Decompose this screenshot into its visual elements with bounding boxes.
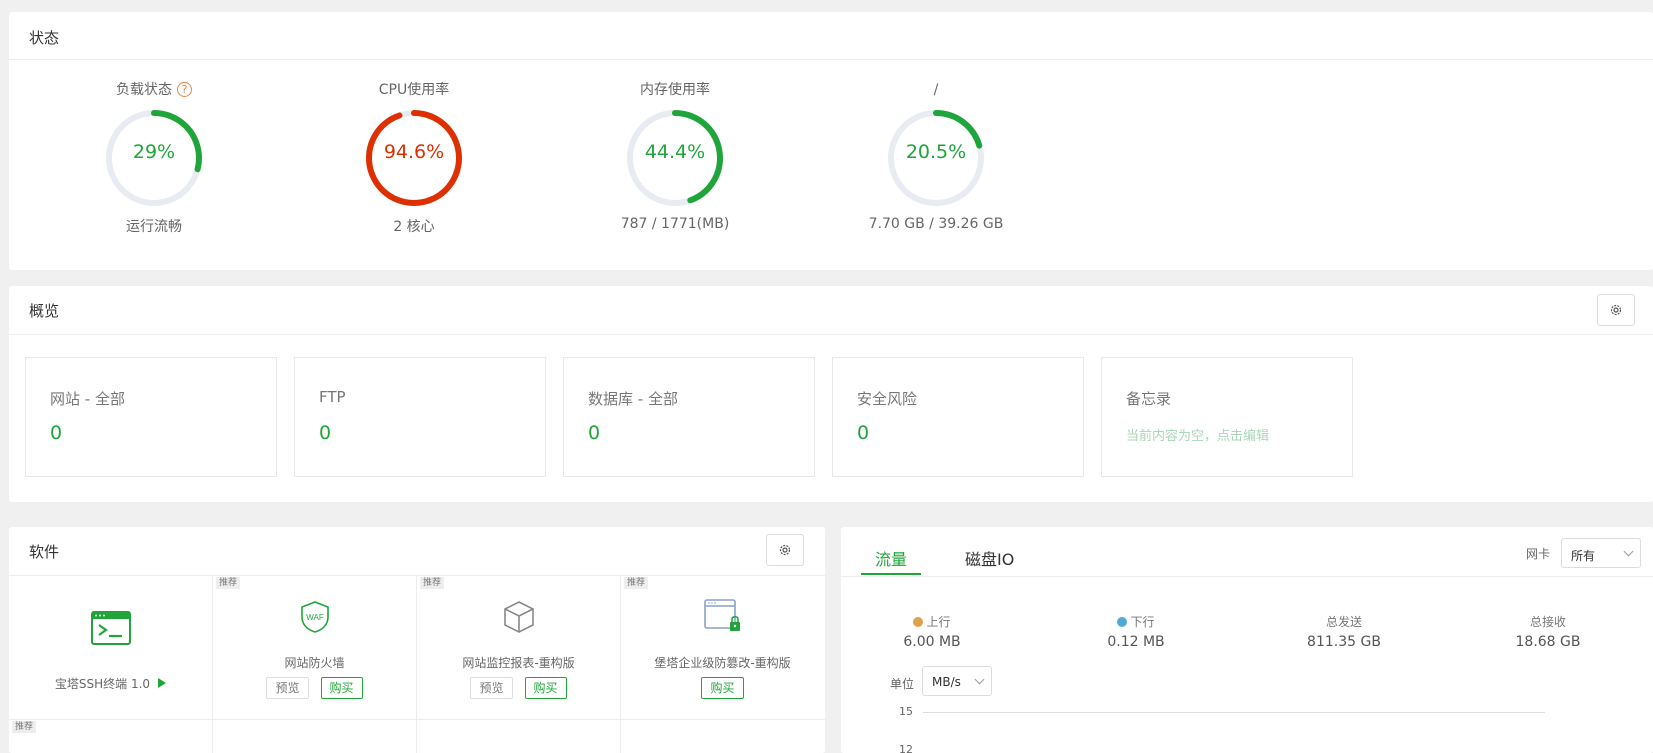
memo-placeholder[interactable]: 当前内容为空，点击编辑 xyxy=(1126,425,1269,444)
stat-value: 811.35 GB xyxy=(1307,634,1381,650)
locked-window-icon xyxy=(703,599,740,631)
stat-total-sent: 总发送 811.35 GB xyxy=(1284,613,1404,650)
stat-download: 下行 0.12 MB xyxy=(1076,613,1196,650)
chevron-down-icon xyxy=(974,674,985,685)
cube-icon xyxy=(503,601,534,633)
software-item-ssh[interactable]: 宝塔SSH终端 1.0 xyxy=(9,576,212,719)
stat-label: 下行 xyxy=(1076,613,1196,630)
preview-button[interactable]: 预览 xyxy=(470,677,513,699)
stat-label: 总接收 xyxy=(1529,615,1566,629)
tab-traffic[interactable]: 流量 xyxy=(861,539,921,575)
recommend-badge: 推荐 xyxy=(12,721,37,733)
recommend-badge: 推荐 xyxy=(420,577,445,589)
gear-icon xyxy=(1610,304,1622,316)
stat-label: 总发送 xyxy=(1325,615,1362,629)
software-panel: 软件 宝塔SSH终端 1.0 推荐 WAF 网站防火墙 预览 购买 推荐 网站监… xyxy=(9,527,825,753)
traffic-panel: 流量 磁盘IO 网卡 所有 上行 6.00 MB 下行 0.12 MB 总发送 … xyxy=(841,527,1653,753)
software-name[interactable]: 宝塔SSH终端 1.0 xyxy=(9,675,212,692)
overview-box-memo[interactable]: 备忘录 当前内容为空，点击编辑 xyxy=(1101,357,1353,477)
overview-box-value[interactable]: 0 xyxy=(588,422,600,444)
software-settings-button[interactable] xyxy=(766,534,804,566)
gauge-subtext: 787 / 1771(MB) xyxy=(620,216,730,232)
chevron-down-icon xyxy=(1623,546,1634,557)
gear-icon xyxy=(779,544,791,556)
overview-title: 概览 xyxy=(29,302,60,320)
gauge-value: 20.5% xyxy=(905,141,967,163)
divider xyxy=(9,59,1653,60)
grid-line xyxy=(9,719,825,720)
disk-gauge[interactable]: / 20.5% 7.70 GB / 39.26 GB xyxy=(836,80,1036,232)
unit-select[interactable]: MB/s xyxy=(922,666,992,696)
unit-select-value: MB/s xyxy=(932,675,961,689)
gauge-value: 94.6% xyxy=(383,141,445,163)
waf-shield-icon: WAF xyxy=(300,601,329,633)
overview-panel: 概览 网站 - 全部 0 FTP 0 数据库 - 全部 0 安全风险 0 备忘录… xyxy=(9,286,1653,502)
overview-box-label: FTP xyxy=(319,388,346,406)
stat-value: 0.12 MB xyxy=(1107,634,1165,650)
terminal-icon xyxy=(90,611,131,645)
overview-box-value[interactable]: 0 xyxy=(50,422,62,444)
overview-box-label: 备忘录 xyxy=(1126,390,1172,408)
overview-box-security[interactable]: 安全风险 0 xyxy=(832,357,1084,477)
load-gauge[interactable]: 负载状态? 29% 运行流畅 xyxy=(54,80,254,236)
recommend-badge: 推荐 xyxy=(624,577,649,589)
nic-select[interactable]: 所有 xyxy=(1561,538,1641,568)
recommend-badge: 推荐 xyxy=(216,577,241,589)
play-icon[interactable] xyxy=(158,678,167,688)
cpu-gauge[interactable]: CPU使用率 94.6% 2 核心 xyxy=(314,80,514,236)
preview-button[interactable]: 预览 xyxy=(266,677,309,699)
status-title: 状态 xyxy=(29,29,60,47)
overview-box-sites[interactable]: 网站 - 全部 0 xyxy=(25,357,277,477)
svg-text:WAF: WAF xyxy=(306,613,324,622)
gauge-subtext: 2 核心 xyxy=(393,219,435,235)
gauge-title: CPU使用率 xyxy=(378,82,450,98)
y-axis-tick: 12 xyxy=(899,743,913,753)
gauge-value: 44.4% xyxy=(644,141,706,163)
gauge-value: 29% xyxy=(132,141,176,163)
memory-gauge[interactable]: 内存使用率 44.4% 787 / 1771(MB) xyxy=(575,80,775,232)
software-item-waf[interactable]: 推荐 WAF 网站防火墙 预览 购买 xyxy=(213,576,416,719)
software-name: 堡塔企业级防篡改-重构版 xyxy=(654,656,791,670)
stat-value: 6.00 MB xyxy=(903,634,961,650)
software-name: 网站防火墙 xyxy=(284,656,345,670)
status-panel: 状态 负载状态? 29% 运行流畅 CPU使用率 94.6% 2 核心 内存使用… xyxy=(9,12,1653,270)
software-item-tamper-proof[interactable]: 推荐 堡塔企业级防篡改-重构版 购买 xyxy=(621,576,824,719)
divider xyxy=(9,334,1653,335)
divider xyxy=(841,576,1653,577)
gauge-subtext: 运行流畅 xyxy=(126,219,182,235)
gauge-title: 内存使用率 xyxy=(640,82,710,98)
y-axis-tick: 15 xyxy=(899,705,913,718)
nic-select-value: 所有 xyxy=(1571,549,1596,563)
stat-value: 18.68 GB xyxy=(1515,634,1581,650)
buy-button[interactable]: 购买 xyxy=(701,677,744,699)
chart-grid-line xyxy=(923,712,1545,713)
stat-label: 上行 xyxy=(872,613,992,630)
gauge-title: 负载状态? xyxy=(54,80,254,100)
overview-box-label: 数据库 - 全部 xyxy=(588,390,678,408)
buy-button[interactable]: 购买 xyxy=(524,677,567,699)
buy-button[interactable]: 购买 xyxy=(320,677,363,699)
stat-upload: 上行 6.00 MB xyxy=(872,613,992,650)
overview-box-database[interactable]: 数据库 - 全部 0 xyxy=(563,357,815,477)
help-icon[interactable]: ? xyxy=(177,82,192,97)
software-name: 网站监控报表-重构版 xyxy=(462,656,575,670)
overview-box-value[interactable]: 0 xyxy=(319,422,331,444)
software-title: 软件 xyxy=(29,543,60,561)
upload-dot-icon xyxy=(913,617,924,627)
software-item-monitor[interactable]: 推荐 网站监控报表-重构版 预览 购买 xyxy=(417,576,620,719)
gauge-title: / xyxy=(933,82,939,98)
stat-total-received: 总接收 18.68 GB xyxy=(1488,613,1608,650)
nic-label: 网卡 xyxy=(1526,547,1551,561)
gauge-subtext: 7.70 GB / 39.26 GB xyxy=(868,216,1004,232)
unit-label: 单位 xyxy=(890,677,915,691)
tab-disk-io[interactable]: 磁盘IO xyxy=(965,539,1014,575)
overview-settings-button[interactable] xyxy=(1597,294,1635,326)
overview-box-label: 网站 - 全部 xyxy=(50,390,125,408)
overview-box-value[interactable]: 0 xyxy=(857,422,869,444)
download-dot-icon xyxy=(1117,617,1128,627)
overview-box-ftp[interactable]: FTP 0 xyxy=(294,357,546,477)
overview-box-label: 安全风险 xyxy=(857,390,918,408)
